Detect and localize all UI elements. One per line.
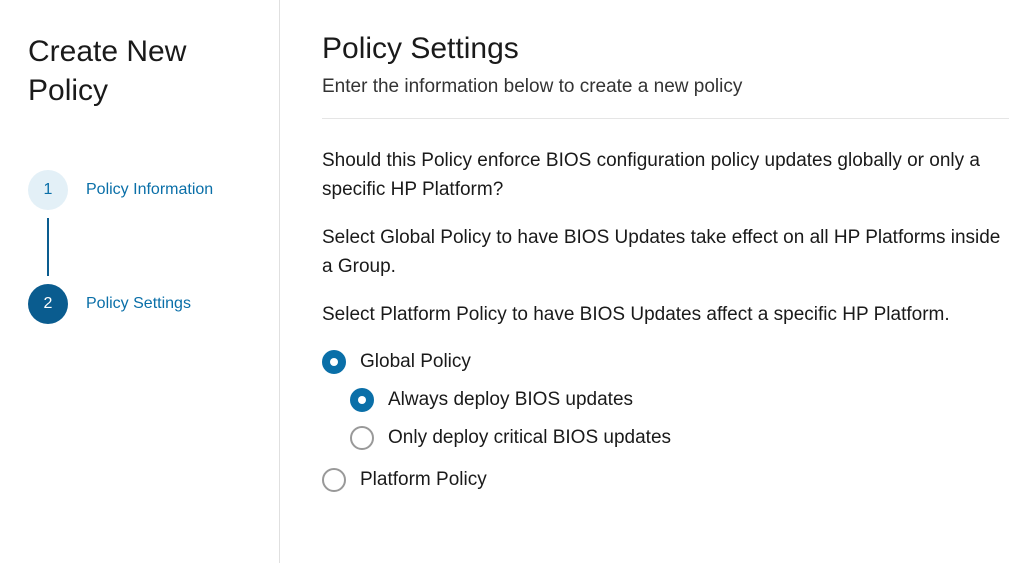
page-subtitle: Enter the information below to create a … — [322, 76, 1009, 98]
page-title: Policy Settings — [322, 32, 1009, 66]
radio-label: Global Policy — [360, 351, 471, 373]
step-label-2: Policy Settings — [86, 295, 191, 313]
step-number-2: 2 — [28, 284, 68, 324]
step-policy-settings[interactable]: 2 Policy Settings — [28, 284, 255, 324]
radio-icon — [322, 350, 346, 374]
radio-label: Only deploy critical BIOS updates — [388, 427, 671, 449]
radio-label: Always deploy BIOS updates — [388, 389, 633, 411]
policy-type-radio-group: Global Policy Always deploy BIOS updates… — [322, 350, 1009, 492]
radio-icon — [350, 426, 374, 450]
radio-icon — [350, 388, 374, 412]
radio-platform-policy[interactable]: Platform Policy — [322, 468, 1009, 492]
step-list: 1 Policy Information 2 Policy Settings — [28, 170, 255, 324]
radio-label: Platform Policy — [360, 469, 487, 491]
step-connector — [47, 218, 49, 276]
sidebar-title: Create New Policy — [28, 32, 255, 110]
radio-always-deploy[interactable]: Always deploy BIOS updates — [350, 388, 1009, 412]
description-platform: Select Platform Policy to have BIOS Upda… — [322, 301, 1009, 330]
step-policy-information[interactable]: 1 Policy Information — [28, 170, 255, 210]
step-number-1: 1 — [28, 170, 68, 210]
step-label-1: Policy Information — [86, 181, 213, 199]
main-content: Policy Settings Enter the information be… — [280, 0, 1029, 563]
global-sub-options: Always deploy BIOS updates Only deploy c… — [350, 388, 1009, 450]
divider — [322, 118, 1009, 119]
description-question: Should this Policy enforce BIOS configur… — [322, 147, 1009, 204]
radio-icon — [322, 468, 346, 492]
radio-critical-only[interactable]: Only deploy critical BIOS updates — [350, 426, 1009, 450]
radio-global-policy[interactable]: Global Policy — [322, 350, 1009, 374]
sidebar: Create New Policy 1 Policy Information 2… — [0, 0, 280, 563]
description-global: Select Global Policy to have BIOS Update… — [322, 224, 1009, 281]
